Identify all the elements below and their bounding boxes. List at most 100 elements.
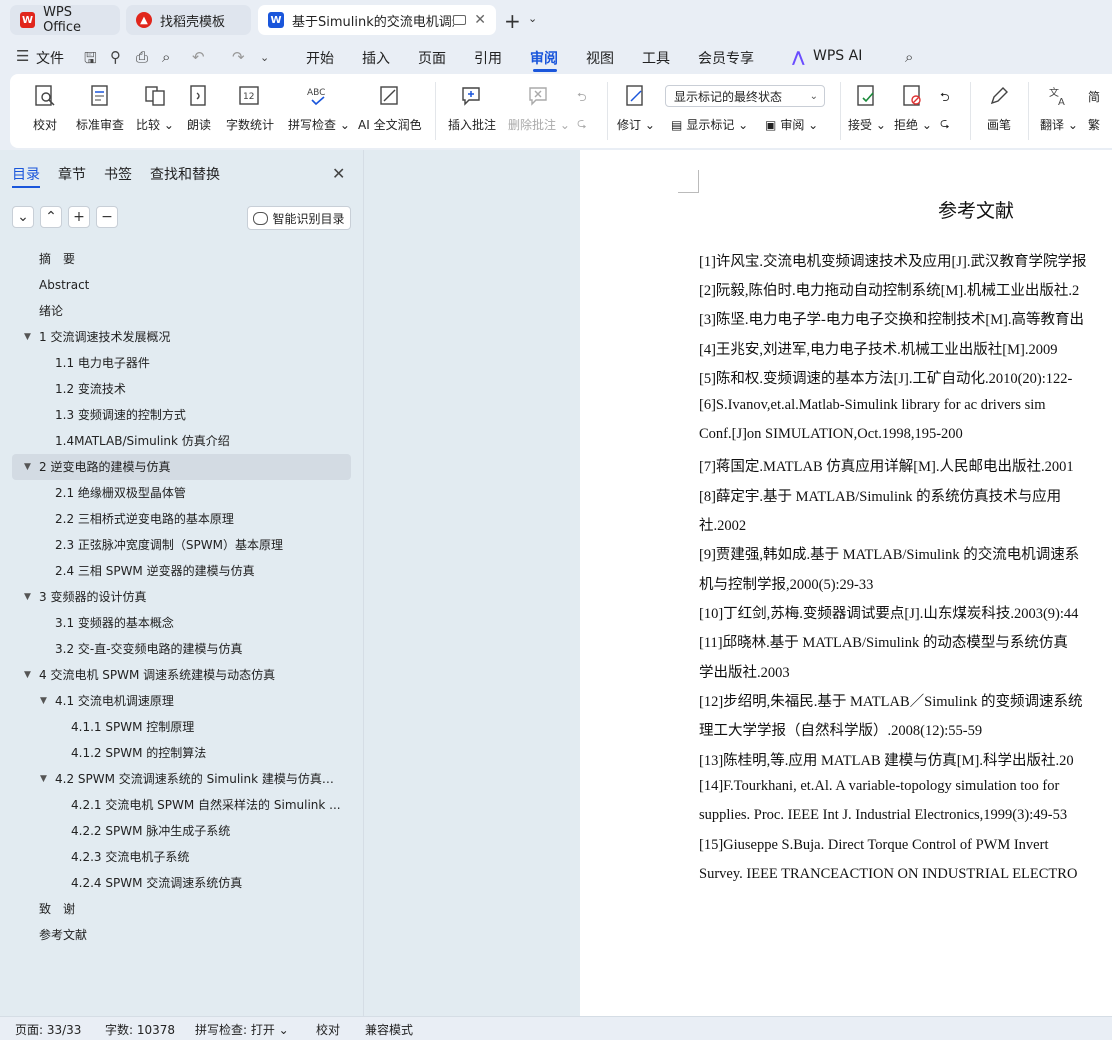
toc-item[interactable]: ▼ 4.2 SPWM 交流调速系统的 Simulink 建模与仿真分 ...: [0, 766, 345, 792]
expand-triangle-icon[interactable]: ▼: [24, 584, 31, 610]
toc-item[interactable]: 4.2.4 SPWM 交流调速系统仿真: [0, 870, 345, 896]
menu-references[interactable]: 引用: [474, 48, 502, 68]
toc-item[interactable]: 2.2 三相桥式逆变电路的基本原理: [0, 506, 345, 532]
proofread-status[interactable]: 校对: [316, 1021, 340, 1038]
toc-item[interactable]: ▼ 2 逆变电路的建模与仿真: [12, 454, 351, 480]
page-indicator[interactable]: 页面: 33/33: [15, 1021, 81, 1038]
close-icon[interactable]: ✕: [332, 164, 345, 183]
tab-bookmarks[interactable]: 书签: [104, 164, 132, 184]
prev-comment-icon[interactable]: ⮌: [577, 88, 587, 109]
tab-chapters[interactable]: 章节: [58, 164, 86, 184]
spell-check-status[interactable]: 拼写检查: 打开 ⌄: [195, 1021, 289, 1038]
proofread-button[interactable]: 校对: [32, 82, 58, 133]
toc-item[interactable]: 1.2 变流技术: [0, 376, 345, 402]
ink-button[interactable]: 画笔: [986, 82, 1012, 133]
toc-item[interactable]: Abstract: [0, 272, 345, 298]
toc-item[interactable]: 1.1 电力电子器件: [0, 350, 345, 376]
toc-item[interactable]: 摘 要: [0, 246, 345, 272]
save-icon[interactable]: 🖫: [84, 48, 97, 73]
ai-polish-button[interactable]: AI 全文润色: [358, 82, 422, 133]
document-page[interactable]: 参考文献 [1]许风宝.交流电机变频调速技术及应用[J].武汉教育学院学报 [2]…: [580, 150, 1112, 1016]
toc-item[interactable]: 1.3 变频调速的控制方式: [0, 402, 345, 428]
smart-toc-button[interactable]: 智能识别目录: [247, 206, 351, 230]
toc-item[interactable]: 2.1 绝缘栅双极型晶体管: [0, 480, 345, 506]
reference-line: [10]丁红剑,苏梅.变频器调试要点[J].山东煤炭科技.2003(9):44: [699, 606, 1079, 622]
toc-item[interactable]: 1.4MATLAB/Simulink 仿真介绍: [0, 428, 345, 454]
print-preview-icon[interactable]: ⌕: [162, 48, 170, 66]
remove-heading-button[interactable]: −: [96, 206, 118, 228]
read-aloud-button[interactable]: 朗读: [186, 82, 212, 133]
next-comment-icon[interactable]: ⮎: [577, 114, 587, 135]
tab-toc[interactable]: 目录: [12, 164, 40, 184]
undo-icon[interactable]: ↶: [192, 48, 205, 66]
print-icon[interactable]: ⎙: [136, 48, 148, 66]
traditional-button[interactable]: 繁: [1088, 116, 1100, 133]
toc-item[interactable]: 3.1 变频器的基本概念: [0, 610, 345, 636]
toc-item[interactable]: 4.2.3 交流电机子系统: [0, 844, 345, 870]
redo-icon[interactable]: ↷: [232, 48, 245, 66]
expand-up-button[interactable]: ⌃: [40, 206, 62, 228]
menu-insert[interactable]: 插入: [362, 48, 390, 68]
insert-comment-button[interactable]: 插入批注: [448, 82, 496, 133]
menu-wps-ai[interactable]: WPS AI: [813, 48, 862, 64]
spell-check-button[interactable]: ABC 拼写检查 ⌄: [288, 82, 350, 133]
plus-icon: +: [73, 209, 85, 225]
menu-member[interactable]: 会员专享: [698, 48, 754, 68]
review-pane-button[interactable]: ▣ 审阅 ⌄: [765, 116, 818, 133]
collapse-all-button[interactable]: ⌄: [12, 206, 34, 228]
toc-item[interactable]: 绪论: [0, 298, 345, 324]
menu-tools[interactable]: 工具: [642, 48, 670, 68]
toc-item[interactable]: 致 谢: [0, 896, 345, 922]
word-count-indicator[interactable]: 字数: 10378: [105, 1021, 175, 1038]
expand-triangle-icon[interactable]: ▼: [40, 688, 47, 714]
toc-item[interactable]: ▼ 4 交流电机 SPWM 调速系统建模与动态仿真: [0, 662, 345, 688]
new-tab-plus-icon[interactable]: +: [504, 9, 521, 33]
toc-item[interactable]: 4.1.2 SPWM 的控制算法: [0, 740, 345, 766]
menu-file[interactable]: 文件: [36, 48, 64, 68]
markup-display-select[interactable]: 显示标记的最终状态 ⌄: [665, 85, 825, 107]
tab-document[interactable]: W 基于Simulink的交流电机调速 ✕: [258, 5, 496, 35]
toc-item[interactable]: 2.3 正弦脉冲宽度调制（SPWM）基本原理: [0, 532, 345, 558]
menu-home[interactable]: 开始: [306, 48, 334, 68]
hamburger-icon[interactable]: ☰: [16, 47, 29, 65]
chevron-down-icon[interactable]: ⌄: [260, 51, 269, 64]
toc-item[interactable]: 2.4 三相 SPWM 逆变器的建模与仿真: [0, 558, 345, 584]
add-heading-button[interactable]: +: [68, 206, 90, 228]
expand-triangle-icon[interactable]: ▼: [24, 454, 31, 480]
expand-triangle-icon[interactable]: ▼: [24, 662, 31, 688]
toc-item[interactable]: 参考文献: [0, 922, 345, 948]
compare-button[interactable]: 比较 ⌄: [136, 82, 174, 133]
menu-page[interactable]: 页面: [418, 48, 446, 68]
tab-find-replace[interactable]: 查找和替换: [150, 164, 220, 184]
close-icon[interactable]: ✕: [474, 12, 486, 28]
next-change-icon[interactable]: ⮎: [940, 114, 950, 135]
toc-item[interactable]: 4.1.1 SPWM 控制原理: [0, 714, 345, 740]
tab-docer[interactable]: ▲ 找稻壳模板: [126, 5, 251, 35]
search-icon[interactable]: ⌕: [905, 48, 913, 66]
toc-item[interactable]: 3.2 交-直-交变频电路的建模与仿真: [0, 636, 345, 662]
toc-item[interactable]: ▼ 3 变频器的设计仿真: [0, 584, 345, 610]
toc-item[interactable]: ▼ 4.1 交流电机调速原理: [0, 688, 345, 714]
monitor-icon[interactable]: [453, 15, 466, 25]
toc-item[interactable]: 4.2.1 交流电机 SPWM 自然采样法的 Simulink ...: [0, 792, 345, 818]
chevron-down-icon[interactable]: ⌄: [528, 12, 537, 25]
delete-comment-button[interactable]: 删除批注 ⌄: [508, 82, 570, 133]
toc-item[interactable]: ▼ 1 交流调速技术发展概况: [0, 324, 345, 350]
menu-view[interactable]: 视图: [586, 48, 614, 68]
accept-button[interactable]: 接受 ⌄: [848, 82, 886, 133]
reject-button[interactable]: 拒绝 ⌄: [894, 82, 932, 133]
tab-wps-office[interactable]: W WPS Office: [10, 5, 120, 35]
review-pane-icon: ▣: [765, 117, 777, 132]
menu-review[interactable]: 审阅: [530, 48, 558, 68]
link-icon[interactable]: ⚲: [110, 48, 121, 66]
prev-change-icon[interactable]: ⮌: [940, 88, 950, 109]
expand-triangle-icon[interactable]: ▼: [40, 766, 47, 792]
show-markup-button[interactable]: ▤ 显示标记 ⌄: [671, 116, 748, 133]
expand-triangle-icon[interactable]: ▼: [24, 324, 31, 350]
translate-button[interactable]: 文A 翻译 ⌄: [1040, 82, 1078, 133]
standard-review-button[interactable]: 标准审查: [76, 82, 124, 133]
word-count-button[interactable]: 12 字数统计: [226, 82, 274, 133]
simplified-button[interactable]: 简: [1088, 88, 1100, 105]
track-changes-button[interactable]: 修订 ⌄: [617, 82, 655, 133]
toc-item[interactable]: 4.2.2 SPWM 脉冲生成子系统: [0, 818, 345, 844]
